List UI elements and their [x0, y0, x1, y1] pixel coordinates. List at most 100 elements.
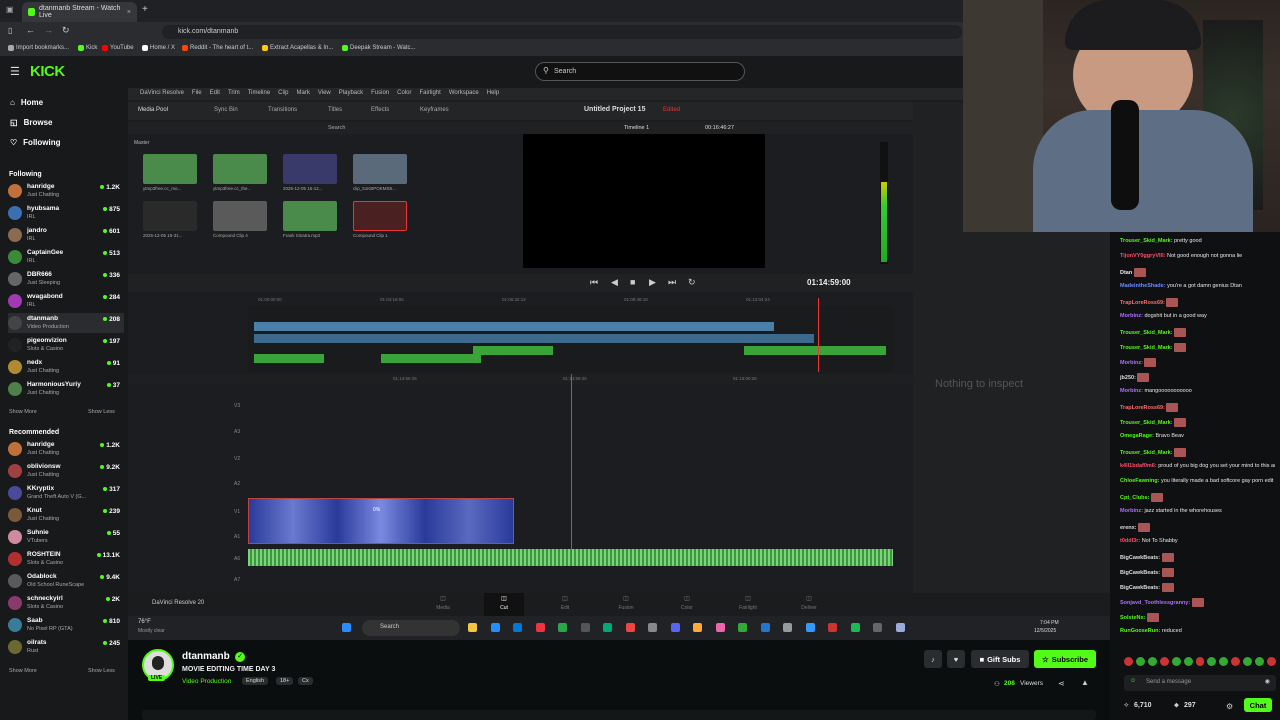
loop-icon[interactable]: ↻	[688, 277, 696, 288]
quick-emote-icon[interactable]	[1195, 657, 1205, 666]
new-tab-icon[interactable]: +	[142, 4, 148, 15]
show-less-following[interactable]: Show Less	[88, 409, 115, 415]
close-tab-icon[interactable]: ×	[127, 9, 131, 16]
resolve-menu-item[interactable]: File	[192, 90, 202, 98]
points-count[interactable]: 6,710	[1134, 702, 1152, 709]
sidebar-channel[interactable]: DBR666 Just Sleeping 336	[8, 269, 124, 289]
keyframes-button[interactable]: Keyframes	[420, 107, 449, 113]
taskbar-app-icon[interactable]	[760, 623, 770, 632]
media-clip-thumbnail[interactable]	[353, 154, 407, 184]
taskbar-app-icon[interactable]	[513, 623, 522, 632]
emoji-icon[interactable]: ◉	[1265, 678, 1270, 685]
show-less-recommended[interactable]: Show Less	[88, 668, 115, 674]
bookmark-deepak[interactable]: Deepak Stream - Watc...	[342, 45, 415, 51]
taskbar-app-icon[interactable]	[648, 623, 657, 632]
resolve-menu-item[interactable]: Fairlight	[419, 90, 440, 98]
forward-icon[interactable]: →	[44, 25, 53, 35]
chat-username[interactable]: jb250:	[1120, 375, 1136, 381]
media-clip-thumbnail[interactable]	[283, 154, 337, 184]
send-chat-button[interactable]: Chat	[1244, 698, 1272, 712]
step-back-icon[interactable]: ◀	[611, 277, 618, 288]
resolve-page-tab[interactable]: ◫ Edit	[545, 593, 585, 616]
resolve-menu-item[interactable]: Color	[397, 90, 411, 98]
taskbar-app-icon[interactable]	[670, 623, 680, 632]
quick-emote-icon[interactable]	[1171, 657, 1181, 666]
media-clip-thumbnail[interactable]	[213, 154, 267, 184]
resolve-page-tab[interactable]: ◫ Color	[667, 593, 707, 616]
follow-button[interactable]: ♥	[947, 650, 965, 668]
subscribe-button[interactable]: ☆ Subscribe	[1034, 650, 1096, 668]
report-icon[interactable]: ▲	[1081, 678, 1089, 687]
resolve-menu-item[interactable]: Clip	[278, 90, 288, 98]
chat-username[interactable]: Trouser_Skid_Mark:	[1120, 238, 1173, 244]
taskbar-app-icon[interactable]	[625, 623, 635, 632]
streamer-name[interactable]: dtanmanb	[182, 651, 230, 662]
chat-username[interactable]: Dtan	[1120, 270, 1132, 276]
url-field[interactable]: kick.com/dtanmanb	[162, 25, 962, 39]
overview-timeline[interactable]	[248, 298, 893, 372]
start-icon[interactable]	[342, 623, 351, 632]
sidebar-channel[interactable]: pigeonvizion Slots & Casino 197	[8, 335, 124, 355]
points2-count[interactable]: 297	[1184, 702, 1196, 709]
chat-username[interactable]: Trouser_Skid_Mark:	[1120, 420, 1173, 426]
resolve-menu-item[interactable]: Workspace	[449, 90, 479, 98]
taskbar-app-icon[interactable]	[738, 623, 747, 632]
quick-emote-icon[interactable]	[1159, 657, 1169, 666]
taskbar-app-icon[interactable]	[468, 623, 477, 632]
skip-end-icon[interactable]: ⏭	[668, 277, 676, 288]
playhead-overview[interactable]	[818, 298, 819, 372]
bin-search[interactable]: Search	[328, 125, 345, 131]
sync-bin-button[interactable]: Sync Bin	[214, 107, 238, 113]
notify-button[interactable]: ♪	[924, 650, 942, 668]
titles-button[interactable]: Titles	[328, 107, 342, 113]
sidebar-channel[interactable]: KKryptix Grand Theft Auto V (G... 317	[8, 483, 124, 503]
chat-username[interactable]: t0ddl3r:	[1120, 538, 1140, 544]
chat-username[interactable]: MadeintheShade:	[1120, 283, 1166, 289]
chat-settings-icon[interactable]: ⚙	[1226, 702, 1233, 711]
sidebar-channel[interactable]: oilrats Rust 245	[8, 637, 124, 657]
resolve-menu-item[interactable]: Mark	[297, 90, 310, 98]
quick-emote-icon[interactable]	[1255, 657, 1265, 666]
taskbar-app-icon[interactable]	[603, 623, 612, 632]
sidebar-channel[interactable]: hyubsama IRL 875	[8, 203, 124, 223]
viewer[interactable]	[523, 134, 765, 268]
taskbar-app-icon[interactable]	[558, 623, 567, 632]
sidebar-channel[interactable]: Odablock Old School RuneScape 9.4K	[8, 571, 124, 591]
chat-username[interactable]: Cpt_Clubs:	[1120, 495, 1149, 501]
nav-browse[interactable]: ◱ Browse	[10, 118, 52, 127]
chat-username[interactable]: BigCawkBeats:	[1120, 585, 1160, 591]
sidebar-channel[interactable]: dtanmanb Video Production 208	[8, 313, 124, 333]
tag-english[interactable]: English	[242, 677, 269, 685]
stop-icon[interactable]: ■	[630, 277, 635, 287]
chat-username[interactable]: BigCawkBeats:	[1120, 555, 1160, 561]
bookmark-youtube[interactable]: YouTube	[102, 45, 134, 51]
chat-username[interactable]: Morbinz:	[1120, 388, 1143, 394]
bookmark-acapellas[interactable]: Extract Acapellas & In...	[262, 45, 333, 51]
quick-emote-icon[interactable]	[1243, 657, 1253, 666]
chat-username[interactable]: Trouser_Skid_Mark:	[1120, 345, 1173, 351]
skip-start-icon[interactable]: ⏮	[590, 277, 598, 288]
taskbar-app-icon[interactable]	[873, 623, 882, 632]
emote-picker-icon[interactable]: ☺	[1130, 678, 1136, 684]
resolve-menu-item[interactable]: View	[318, 90, 331, 98]
tag-cx[interactable]: Cx	[298, 677, 313, 685]
media-clip-thumbnail[interactable]	[353, 201, 407, 231]
chat-username[interactable]: RunGooseRun:	[1120, 628, 1160, 634]
search-input[interactable]: ⚲ Search	[535, 62, 745, 81]
chat-username[interactable]: Sonjavd_Toothlessgranny:	[1120, 600, 1190, 606]
playhead[interactable]	[571, 374, 572, 566]
play-icon[interactable]: ▶	[649, 277, 656, 288]
quick-emote-icon[interactable]	[1147, 657, 1157, 666]
taskbar-app-icon[interactable]	[828, 623, 837, 632]
sidebar-channel[interactable]: Knut Just Chatting 239	[8, 505, 124, 525]
taskbar-app-icon[interactable]	[535, 623, 545, 632]
bookmark-x[interactable]: Home / X	[142, 45, 175, 51]
chat-username[interactable]: k4ll1bdaf0m6:	[1120, 463, 1157, 469]
quick-emote-icon[interactable]	[1219, 657, 1229, 666]
resolve-page-tab[interactable]: ◫ Fusion	[606, 593, 646, 616]
share-icon[interactable]: ⋖	[1058, 679, 1065, 688]
chat-username[interactable]: TijonVY0ggryVIII:	[1120, 253, 1165, 259]
taskbar-app-icon[interactable]	[715, 623, 725, 632]
bookmark-reddit[interactable]: Reddit - The heart of t...	[182, 45, 253, 51]
show-more-recommended[interactable]: Show More	[9, 668, 37, 674]
